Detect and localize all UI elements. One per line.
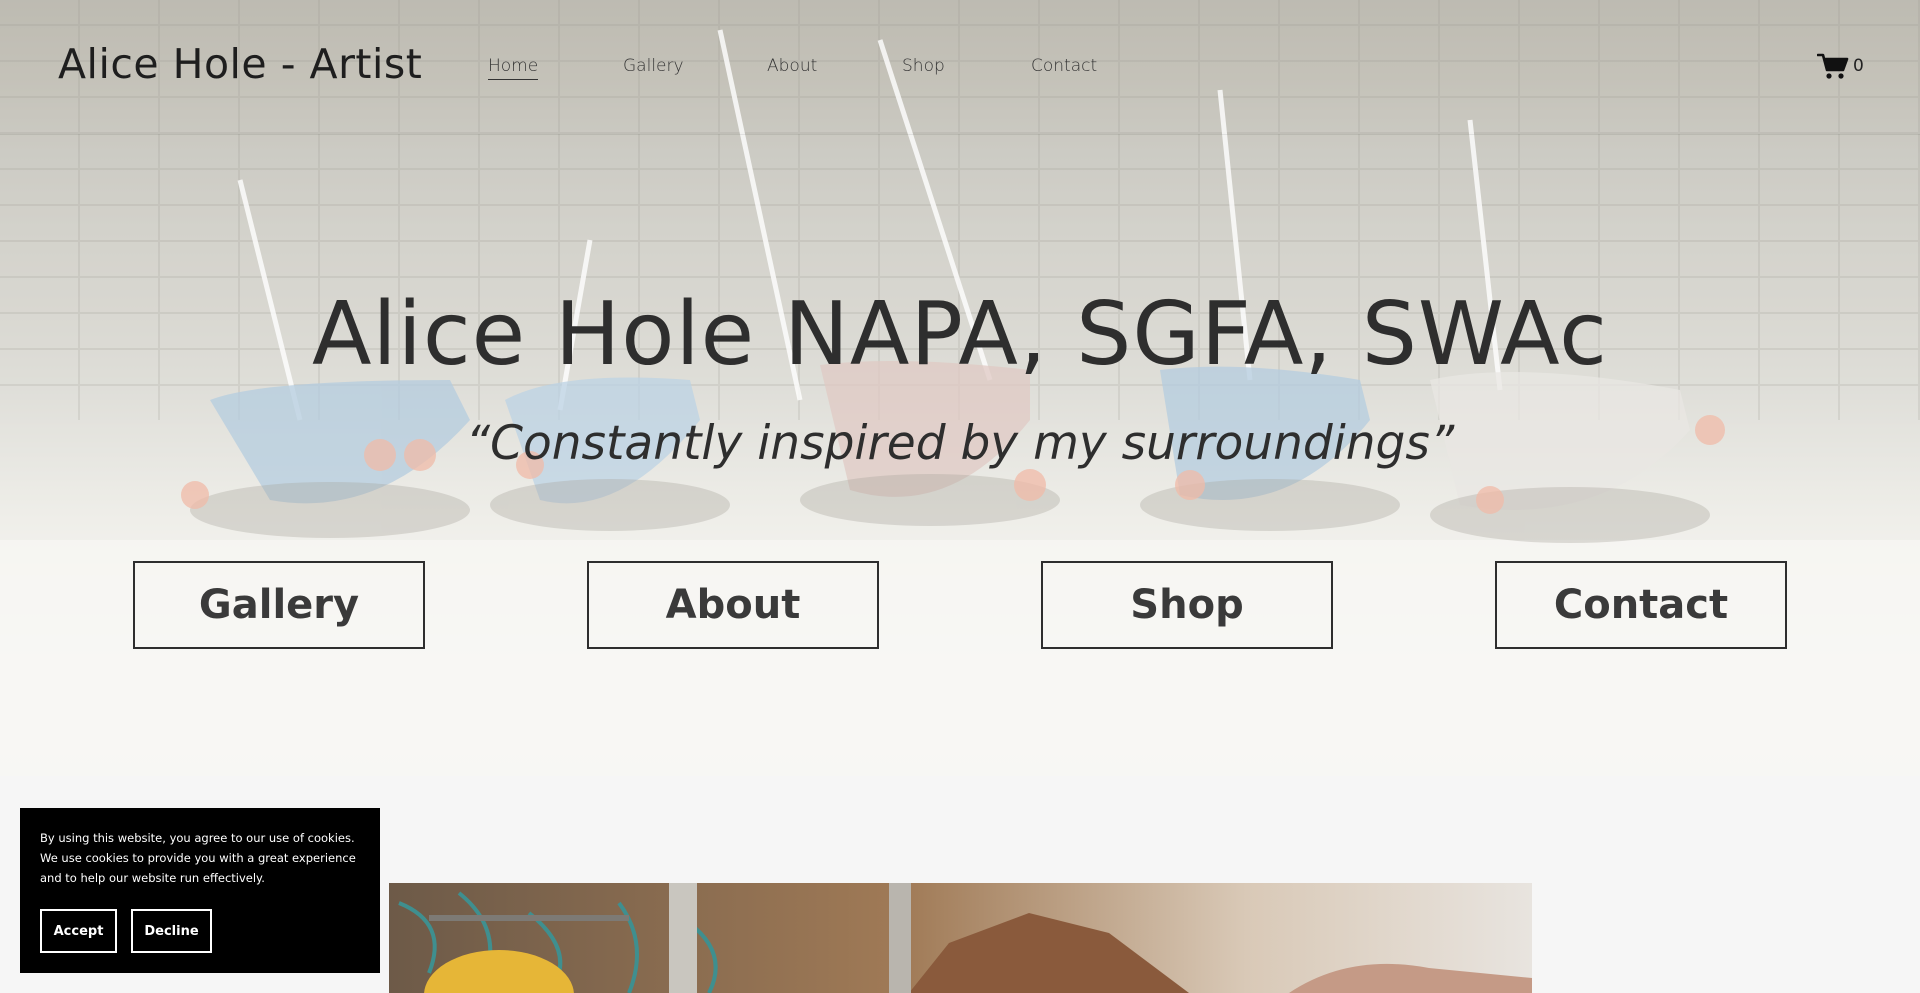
site-header: Alice Hole - Artist Home Gallery About S… bbox=[0, 0, 1920, 135]
hero-shop-button[interactable]: Shop bbox=[1041, 561, 1333, 649]
featured-painting-art bbox=[389, 883, 1532, 993]
hero-gallery-button[interactable]: Gallery bbox=[133, 561, 425, 649]
nav-item-gallery[interactable]: Gallery bbox=[623, 56, 684, 76]
cookie-accept-button[interactable]: Accept bbox=[40, 909, 117, 953]
cart-icon bbox=[1817, 53, 1849, 79]
hero-about-button[interactable]: About bbox=[587, 561, 879, 649]
cookie-message: By using this website, you agree to our … bbox=[40, 831, 356, 885]
cookie-actions: Accept Decline bbox=[40, 909, 212, 953]
cookie-decline-button[interactable]: Decline bbox=[131, 909, 212, 953]
hero-heading: Alice Hole NAPA, SGFA, SWAc bbox=[311, 283, 1609, 385]
hero-tagline: “Constantly inspired by my surroundings” bbox=[465, 416, 1455, 471]
cart-button[interactable]: 0 bbox=[1817, 52, 1864, 80]
nav-item-home[interactable]: Home bbox=[488, 56, 539, 80]
hero-contact-button[interactable]: Contact bbox=[1495, 561, 1787, 649]
nav-item-shop[interactable]: Shop bbox=[902, 56, 945, 76]
nav-item-about[interactable]: About bbox=[767, 56, 817, 76]
site-title[interactable]: Alice Hole - Artist bbox=[58, 40, 422, 88]
featured-painting bbox=[389, 883, 1532, 993]
cookie-banner: By using this website, you agree to our … bbox=[20, 808, 380, 973]
hero-section: Alice Hole - Artist Home Gallery About S… bbox=[0, 0, 1920, 776]
nav-item-contact[interactable]: Contact bbox=[1031, 56, 1097, 76]
cart-count: 0 bbox=[1853, 56, 1864, 76]
